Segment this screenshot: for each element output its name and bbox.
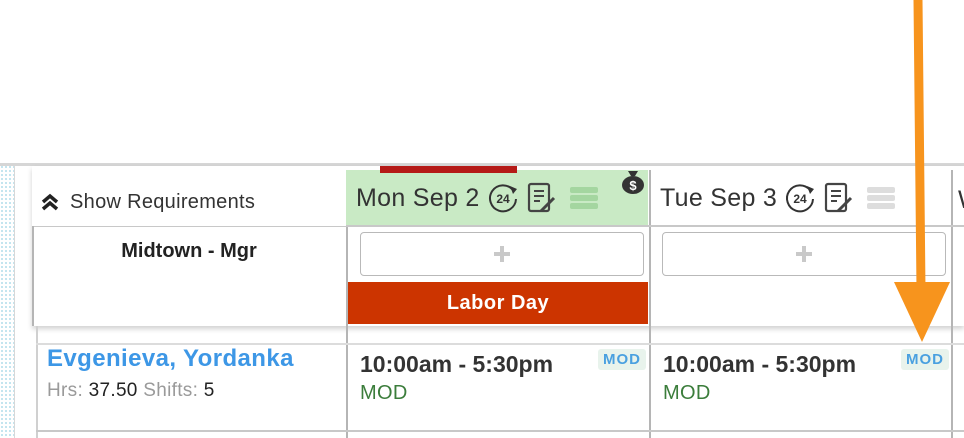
day-label-mon: Mon Sep 2 — [356, 183, 480, 212]
holiday-indicator-bar — [380, 166, 517, 173]
shifts-value: 5 — [203, 380, 215, 401]
24-hour-icon[interactable]: 24 — [486, 181, 520, 215]
holiday-banner[interactable]: Labor Day — [348, 282, 648, 324]
stack-icon[interactable] — [568, 184, 602, 212]
24-hour-icon[interactable]: 24 — [783, 181, 817, 215]
notes-icon[interactable] — [526, 181, 558, 215]
left-gutter — [0, 165, 15, 438]
location-label: Midtown - Mgr — [121, 240, 257, 262]
money-bag-icon[interactable]: $ — [619, 167, 647, 195]
show-requirements-label: Show Requirements — [70, 190, 256, 213]
shift-time: 10:00am - 5:30pm — [663, 351, 857, 377]
day-header-mon[interactable]: Mon Sep 2 24 — [346, 170, 648, 226]
employee-name-link[interactable]: Evgenieva, Yordanka — [47, 345, 294, 373]
svg-text:24: 24 — [793, 192, 807, 206]
shifts-label: Shifts: — [143, 380, 199, 401]
plus-icon — [796, 246, 812, 262]
position-badge: MOD — [598, 349, 646, 370]
add-shift-button-mon[interactable] — [360, 232, 644, 276]
double-chevron-up-icon — [41, 193, 59, 211]
shift-time: 10:00am - 5:30pm — [360, 351, 554, 377]
show-requirements-toggle[interactable]: Show Requirements — [40, 186, 255, 218]
day-label-tue: Tue Sep 3 — [660, 183, 778, 212]
hrs-label: Hrs: — [47, 380, 84, 401]
notes-icon[interactable] — [823, 181, 855, 215]
plus-icon — [494, 246, 510, 262]
position-badge: MOD — [901, 349, 949, 370]
row-divider — [36, 430, 964, 432]
shift-position: MOD — [360, 382, 408, 404]
row-divider — [346, 225, 964, 227]
hrs-value: 37.50 — [88, 380, 138, 401]
employee-stats: Hrs: 37.50 Shifts: 5 — [47, 380, 215, 402]
shift-card-tue[interactable]: 10:00am - 5:30pm MOD MOD — [651, 345, 951, 429]
svg-text:$: $ — [629, 178, 637, 193]
shift-card-mon[interactable]: 10:00am - 5:30pm MOD MOD — [348, 345, 650, 429]
arrow-annotation — [894, 0, 950, 342]
shift-position: MOD — [663, 382, 711, 404]
svg-text:24: 24 — [496, 192, 510, 206]
